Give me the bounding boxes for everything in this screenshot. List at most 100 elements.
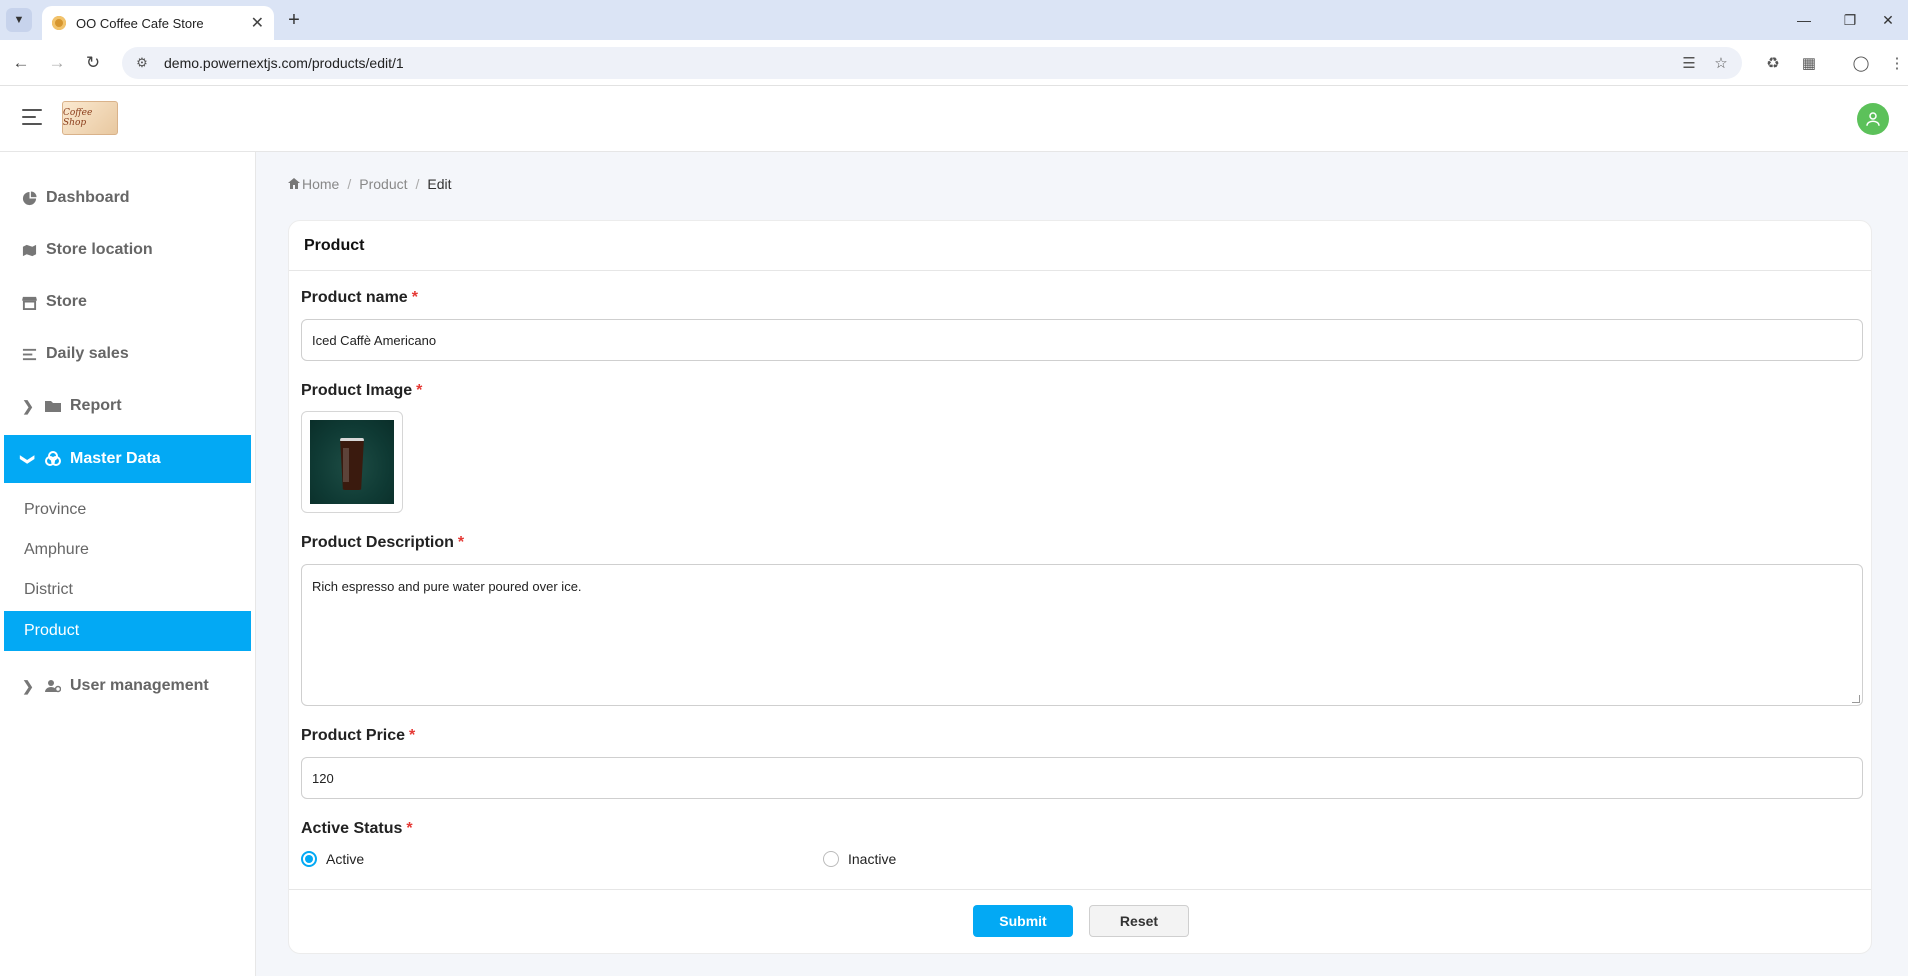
breadcrumb-home-link[interactable]: Home: [302, 176, 339, 192]
radio-label: Inactive: [848, 851, 897, 867]
active-status-label: Active Status *: [301, 820, 413, 838]
new-tab-button[interactable]: +: [282, 8, 306, 32]
sidebar-item-label: Store: [46, 293, 87, 310]
product-description-label: Product Description *: [301, 534, 464, 552]
recycle-icon[interactable]: ♻: [1762, 52, 1784, 74]
users-cog-icon: [44, 677, 62, 695]
cubes-icon: [44, 450, 62, 468]
sidebar-subitem-province[interactable]: Province: [4, 490, 251, 530]
sidebar-item-label: User management: [70, 677, 209, 694]
radio-button[interactable]: [301, 851, 317, 867]
back-button[interactable]: ←: [8, 50, 34, 76]
sidebar-item-dashboard[interactable]: Dashboard: [4, 174, 251, 222]
extensions-icon[interactable]: ▦: [1798, 52, 1820, 74]
translate-icon[interactable]: ☰: [1678, 52, 1700, 74]
chevron-down-icon: ❯: [20, 453, 37, 465]
sidebar-subitem-label: Amphure: [24, 541, 89, 558]
profile-icon[interactable]: ◯: [1850, 52, 1872, 74]
chevron-down-icon: ▼: [13, 14, 25, 26]
card-footer-divider: [289, 889, 1871, 890]
user-avatar-icon[interactable]: [1857, 103, 1889, 135]
sidebar-item-store-location[interactable]: Store location: [4, 226, 251, 274]
sidebar-subitem-label: Product: [24, 622, 80, 639]
field-label-text: Product Price: [301, 727, 406, 744]
hamburger-menu-icon[interactable]: [22, 109, 42, 125]
breadcrumb-separator: /: [347, 176, 352, 192]
sidebar-subitem-label: Province: [24, 501, 87, 518]
sidebar-item-report[interactable]: ❯ Report: [4, 382, 251, 430]
sidebar-item-master-data[interactable]: ❯ Master Data: [4, 435, 251, 483]
required-mark: *: [457, 534, 465, 551]
main-content: Home / Product / Edit Product Product na…: [256, 152, 1908, 976]
pie-chart-icon: [20, 189, 38, 207]
product-image-label: Product Image *: [301, 382, 422, 400]
folder-icon: [44, 397, 62, 415]
sidebar-item-label: Store location: [46, 241, 153, 258]
sidebar-subitem-label: District: [24, 581, 73, 598]
radio-button[interactable]: [823, 851, 839, 867]
breadcrumb-product-link[interactable]: Product: [359, 176, 407, 192]
product-price-value: 120: [312, 770, 334, 786]
sidebar-subitem-district[interactable]: District: [4, 570, 251, 610]
product-price-label: Product Price *: [301, 727, 415, 745]
favicon-icon: [52, 16, 66, 30]
required-mark: *: [416, 382, 423, 399]
product-name-input[interactable]: Iced Caffè Americano: [301, 319, 1863, 361]
status-radio-active[interactable]: Active: [301, 851, 364, 867]
logo-text: Coffee Shop: [63, 108, 93, 128]
map-icon: [20, 241, 38, 259]
status-radio-inactive[interactable]: Inactive: [823, 851, 896, 867]
field-label-text: Product Image: [301, 382, 413, 399]
address-bar[interactable]: ⚙ demo.powernextjs.com/products/edit/1: [122, 47, 1742, 79]
product-image: [310, 420, 394, 504]
field-label-text: Active Status: [301, 820, 403, 837]
forward-button[interactable]: →: [44, 50, 70, 76]
product-description-textarea[interactable]: Rich espresso and pure water poured over…: [301, 564, 1863, 706]
minimize-button[interactable]: —: [1784, 8, 1824, 32]
sidebar-item-store[interactable]: Store: [4, 278, 251, 326]
required-mark: *: [411, 289, 418, 306]
browser-toolbar: ← → ↻ ⚙ demo.powernextjs.com/products/ed…: [0, 40, 1908, 86]
site-info-icon[interactable]: ⚙: [134, 55, 150, 71]
reset-button[interactable]: Reset: [1089, 905, 1189, 937]
product-price-input[interactable]: 120: [301, 757, 1863, 799]
close-window-button[interactable]: ✕: [1868, 8, 1908, 32]
list-icon: [20, 345, 38, 363]
product-name-label: Product name *: [301, 289, 418, 307]
sidebar-item-label: Dashboard: [46, 189, 130, 206]
browser-tab[interactable]: OO Coffee Cafe Store ✕: [42, 6, 274, 40]
close-tab-icon[interactable]: ✕: [251, 13, 264, 33]
field-label-text: Product name: [301, 289, 408, 306]
radio-label: Active: [326, 851, 365, 867]
menu-kebab-icon[interactable]: ⋮: [1886, 52, 1908, 74]
breadcrumb-current: Edit: [427, 176, 452, 192]
product-name-value: Iced Caffè Americano: [312, 332, 437, 348]
required-mark: *: [406, 820, 413, 837]
tab-title: OO Coffee Cafe Store: [76, 15, 204, 31]
url-text: demo.powernextjs.com/products/edit/1: [164, 55, 404, 71]
restore-button[interactable]: ❐: [1830, 8, 1870, 32]
sidebar-item-daily-sales[interactable]: Daily sales: [4, 330, 251, 378]
sidebar-item-label: Master Data: [70, 450, 161, 467]
sidebar-subitem-product[interactable]: Product: [4, 611, 251, 651]
submit-button[interactable]: Submit: [973, 905, 1073, 937]
breadcrumb: Home / Product / Edit: [288, 176, 452, 192]
sidebar-subitem-amphure[interactable]: Amphure: [4, 530, 251, 570]
app-header: Coffee Shop: [0, 87, 1908, 152]
field-label-text: Product Description: [301, 534, 454, 551]
browser-tabstrip: ▼ OO Coffee Cafe Store ✕ + — ❐ ✕: [0, 0, 1908, 40]
tab-search-button[interactable]: ▼: [6, 8, 32, 32]
product-image-upload[interactable]: [301, 411, 403, 513]
resize-handle[interactable]: [1852, 695, 1860, 703]
store-icon: [20, 293, 38, 311]
sidebar: Dashboard Store location Store Daily sal…: [0, 152, 256, 976]
required-mark: *: [409, 727, 416, 744]
chevron-right-icon: ❯: [22, 397, 34, 414]
reload-button[interactable]: ↻: [80, 50, 106, 76]
sidebar-item-user-management[interactable]: ❯ User management: [4, 662, 251, 710]
logo[interactable]: Coffee Shop: [62, 101, 118, 135]
product-description-value: Rich espresso and pure water poured over…: [312, 579, 582, 594]
chevron-right-icon: ❯: [22, 677, 34, 694]
bookmark-star-icon[interactable]: ☆: [1710, 52, 1732, 74]
product-form-card: Product Product name * Iced Caffè America…: [288, 220, 1872, 954]
